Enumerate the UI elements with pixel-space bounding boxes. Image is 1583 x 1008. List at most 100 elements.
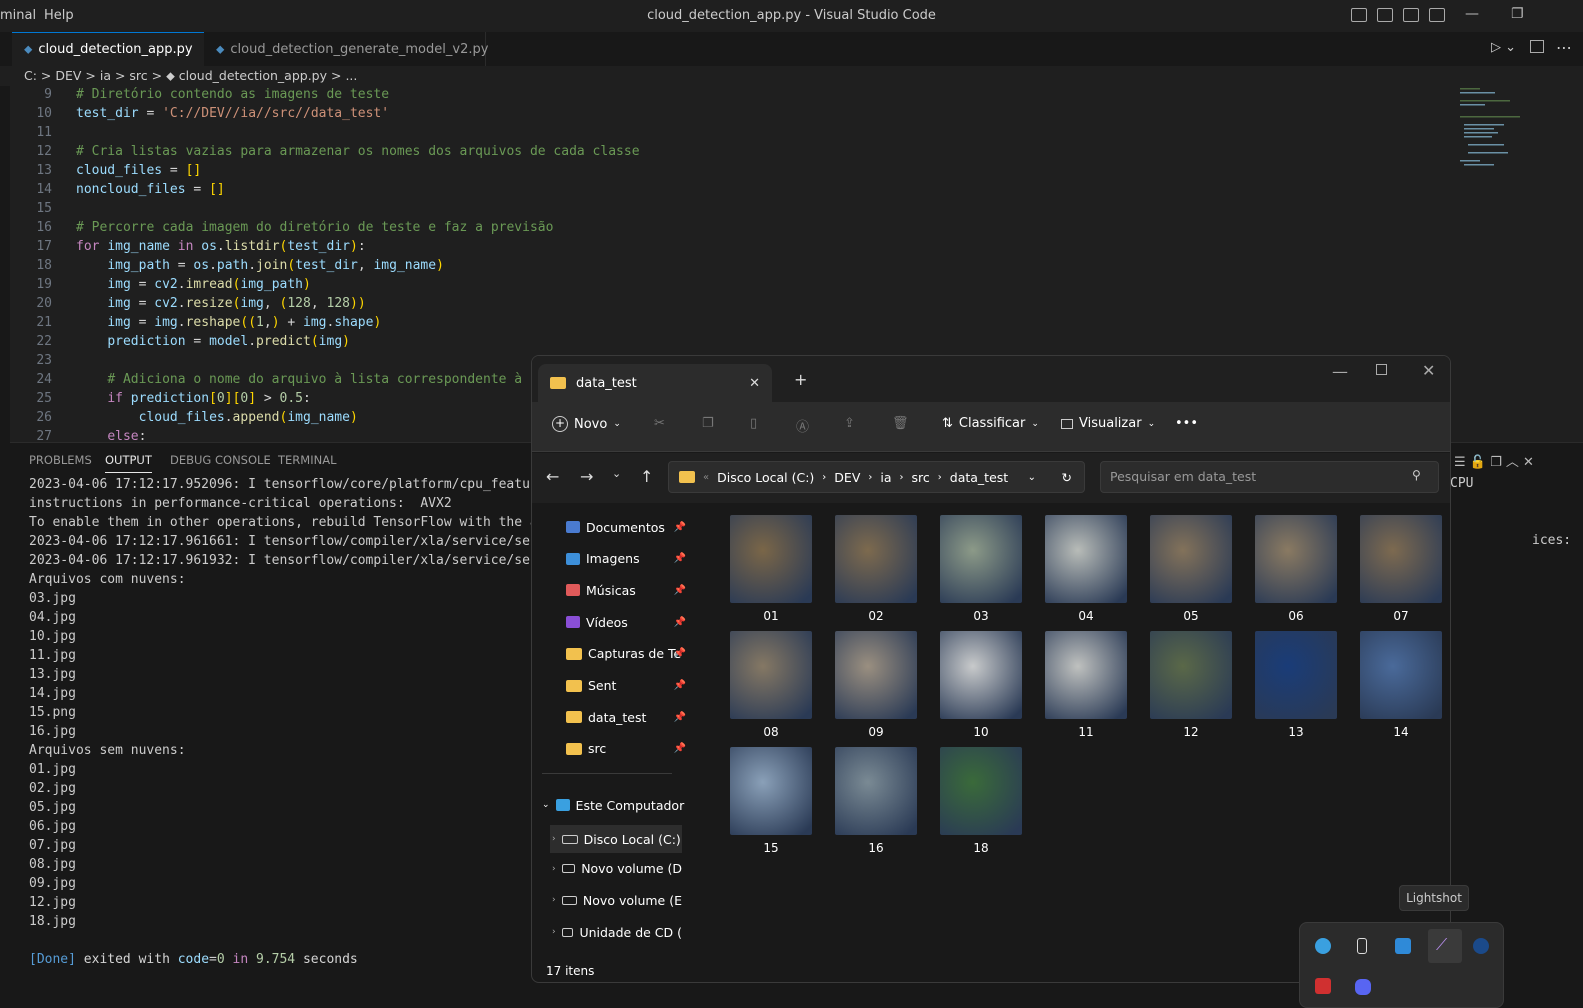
usb-drive-icon[interactable] [1357,938,1367,954]
more-actions-icon[interactable]: ⋯ [1556,38,1572,57]
nav-drive[interactable]: › Novo volume (E [550,888,682,912]
up-icon[interactable]: ↑ [640,467,653,486]
code-line[interactable]: 26 cloud_files.append(img_name) [10,408,357,427]
copy-icon[interactable]: ❐ [702,416,714,431]
nav-this-pc[interactable]: ⌄ Este Computador [542,793,692,817]
code-line[interactable]: 24 # Adiciona o nome do arquivo à lista … [10,370,545,389]
code-line[interactable]: 19 img = cv2.imread(img_path) [10,275,311,294]
nav-item[interactable]: Vídeos 📌 [566,610,686,634]
breadcrumb-data-test[interactable]: data_test [950,470,1008,485]
file-thumbnail[interactable]: 14 [1354,631,1448,739]
forward-icon[interactable]: → [580,467,593,486]
minimap[interactable] [1458,86,1538,176]
file-thumbnail[interactable]: 11 [1039,631,1133,739]
panel-actions[interactable]: ☰ 🔓 ❐ ︿ ✕ [1454,451,1534,470]
code-line[interactable]: 21 img = img.reshape((1,) + img.shape) [10,313,381,332]
breadcrumb[interactable]: C: > DEV > ia > src > ⬥ cloud_detection_… [0,66,1583,86]
code-line[interactable]: 18 img_path = os.path.join(test_dir, img… [10,256,444,275]
discord-icon[interactable] [1355,979,1371,995]
search-input[interactable]: Pesquisar em data_test [1100,461,1439,493]
edge-icon[interactable] [1315,938,1331,954]
steam-icon[interactable] [1473,938,1489,954]
file-thumbnail[interactable]: 12 [1144,631,1238,739]
close-tab-icon[interactable]: ✕ [749,376,760,391]
recent-locations-icon[interactable]: ⌄ [612,467,621,480]
tab-debug-console[interactable]: DEBUG CONSOLE [170,453,271,467]
code-line[interactable]: 11 [10,123,76,142]
nav-item[interactable]: Imagens 📌 [566,547,686,571]
nav-item[interactable]: data_test 📌 [566,705,686,729]
rename-icon[interactable]: Ⓐ [796,416,809,435]
nav-drive[interactable]: › Unidade de CD ( [550,920,682,944]
nav-item[interactable]: Capturas de Te 📌 [566,642,686,666]
chevron-down-icon[interactable]: ⌄ [1028,472,1036,483]
code-line[interactable]: 13 cloud_files = [] [10,161,201,180]
tab-cloud-detection-app[interactable]: ⬥ cloud_detection_app.py ✕ [12,32,215,66]
nav-drive[interactable]: › Disco Local (C:) [550,825,682,853]
code-line[interactable]: 10 test_dir = 'C://DEV//ia//src//data_tes… [10,104,389,123]
more-options-icon[interactable]: ••• [1175,416,1198,431]
minimize-icon[interactable]: — [1332,362,1348,381]
address-bar[interactable]: « Disco Local (C:) › DEV › ia › src › data_t… [668,461,1085,493]
toggle-secondary-sidebar-icon[interactable] [1403,8,1419,22]
code-line[interactable]: 25 if prediction[0][0] > 0.5: [10,389,311,408]
paste-icon[interactable]: ▯ [750,416,757,431]
maximize-icon[interactable] [1376,364,1387,375]
view-button[interactable]: Visualizar ⌄ [1061,416,1155,431]
close-icon[interactable]: ✕ [1422,361,1435,380]
file-thumbnail[interactable]: 04 [1039,515,1133,623]
toggle-sidebar-icon[interactable] [1351,8,1367,22]
new-tab-icon[interactable]: + [794,370,807,389]
breadcrumb-disco-local[interactable]: Disco Local (C:) [717,470,814,485]
amd-icon[interactable] [1315,978,1331,994]
file-thumbnail[interactable]: 16 [829,747,923,855]
explorer-tab[interactable]: data_test ✕ [538,364,772,402]
file-thumbnail[interactable]: 05 [1144,515,1238,623]
breadcrumb-dev[interactable]: DEV [834,470,860,485]
refresh-icon[interactable]: ↻ [1062,470,1072,485]
file-thumbnail[interactable]: 03 [934,515,1028,623]
code-line[interactable]: 17 for img_name in os.listdir(test_dir): [10,237,365,256]
tab-problems[interactable]: PROBLEMS [29,453,92,467]
breadcrumb-ia[interactable]: ia [880,470,891,485]
file-thumbnail[interactable]: 18 [934,747,1028,855]
nav-item[interactable]: src 📌 [566,737,686,761]
sort-button[interactable]: ⇅ Classificar ⌄ [942,416,1039,431]
nav-item[interactable]: Documentos 📌 [566,515,686,539]
code-line[interactable]: 12 # Cria listas vazias para armazenar os… [10,142,639,161]
file-thumbnail[interactable]: 02 [829,515,923,623]
tab-cloud-detection-generate-model[interactable]: ⬥ cloud_detection_generate_model_v2.py [204,32,488,66]
back-icon[interactable]: ← [546,467,559,486]
customize-layout-icon[interactable] [1429,8,1445,22]
code-line[interactable]: 16 # Percorre cada imagem do diretório de… [10,218,553,237]
code-line[interactable]: 22 prediction = model.predict(img) [10,332,350,351]
file-thumbnail[interactable]: 15 [724,747,818,855]
tab-terminal[interactable]: TERMINAL [278,453,336,467]
share-icon[interactable]: ⇪ [844,416,855,431]
tab-output[interactable]: OUTPUT [105,453,152,473]
code-line[interactable]: 9 # Diretório contendo as imagens de test… [10,85,389,104]
restore-icon[interactable]: ❐ [1511,6,1524,22]
run-icon[interactable]: ▷ ⌄ [1491,40,1516,55]
code-line[interactable]: 23 [10,351,76,370]
cut-icon[interactable]: ✂ [654,416,665,431]
file-thumbnail[interactable]: 08 [724,631,818,739]
file-thumbnail[interactable]: 13 [1249,631,1343,739]
delete-icon[interactable]: 🗑 [892,416,909,431]
file-thumbnail[interactable]: 10 [934,631,1028,739]
file-thumbnail[interactable]: 09 [829,631,923,739]
minimize-icon[interactable]: — [1465,6,1479,22]
nav-item[interactable]: Músicas 📌 [566,578,686,602]
nav-item[interactable]: Sent 📌 [566,674,686,698]
breadcrumb-src[interactable]: src [912,470,930,485]
file-explorer-window[interactable]: data_test ✕ + — ✕ + Novo ⌄ ✂ ❐ ▯ Ⓐ ⇪ 🗑 ⇅ … [531,355,1451,983]
code-line[interactable]: 14 noncloud_files = [] [10,180,224,199]
new-button[interactable]: + Novo ⌄ [552,416,621,432]
split-editor-icon[interactable] [1530,40,1544,53]
code-line[interactable]: 15 [10,199,76,218]
file-thumbnail[interactable]: 01 [724,515,818,623]
code-line[interactable]: 20 img = cv2.resize(img, (128, 128)) [10,294,365,313]
nav-drive[interactable]: › Novo volume (D [550,857,682,881]
file-thumbnail[interactable]: 07 [1354,515,1448,623]
file-thumbnail[interactable]: 06 [1249,515,1343,623]
